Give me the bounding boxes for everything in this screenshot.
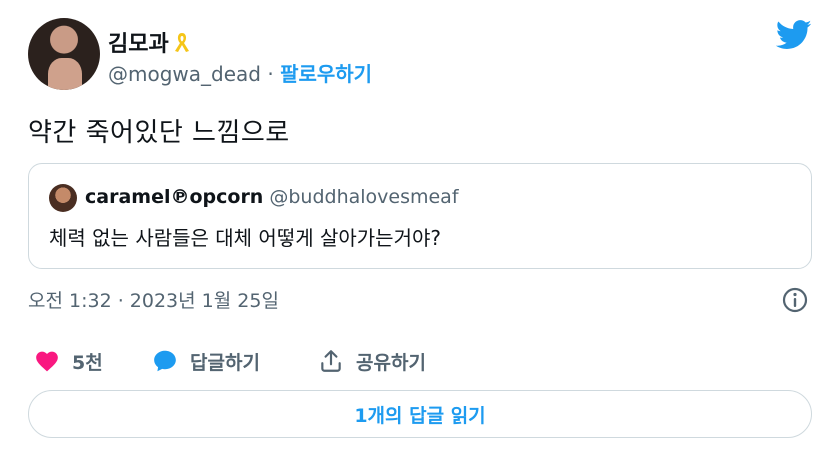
handle-row: @mogwa_dead · 팔로우하기 — [108, 58, 372, 87]
author-handle[interactable]: @mogwa_dead — [108, 62, 261, 86]
reply-button[interactable]: 답글하기 — [152, 344, 260, 378]
action-bar: 5천 답글하기 공유하기 — [28, 344, 812, 378]
handle-separator: · — [267, 62, 274, 86]
like-button[interactable]: 5천 — [34, 344, 103, 378]
tweet-text: 약간 죽어있단 느낌으로 — [28, 118, 290, 148]
like-count: 5천 — [72, 351, 103, 374]
reply-bubble-icon — [154, 350, 176, 372]
share-label: 공유하기 — [356, 351, 426, 374]
info-icon[interactable] — [781, 286, 809, 314]
reply-label: 답글하기 — [190, 351, 260, 374]
tweet-timestamp[interactable]: 오전 1:32 · 2023년 1월 25일 — [28, 286, 279, 313]
read-replies-button[interactable]: 1개의 답글 읽기 — [28, 390, 812, 438]
author-name[interactable]: 김모과 — [108, 26, 169, 58]
yellow-ribbon-icon — [174, 33, 189, 52]
quote-author-row: caramel℗opcorn @buddhalovesmeaf — [85, 186, 459, 208]
author-name-row[interactable]: 김모과 — [108, 26, 191, 58]
tweet-header: 김모과 @mogwa_dead · 팔로우하기 — [28, 14, 812, 94]
follow-link[interactable]: 팔로우하기 — [280, 62, 372, 86]
tweet-card: 김모과 @mogwa_dead · 팔로우하기 약간 죽어있단 느낌으로 car… — [0, 0, 840, 471]
share-button[interactable]: 공유하기 — [318, 344, 426, 378]
author-avatar[interactable] — [28, 18, 100, 90]
heart-icon — [36, 351, 58, 372]
quoted-tweet[interactable]: caramel℗opcorn @buddhalovesmeaf 체력 없는 사람들… — [28, 163, 812, 269]
share-icon — [321, 350, 341, 372]
twitter-bird-icon[interactable] — [776, 20, 812, 50]
quote-author-handle: @buddhalovesmeaf — [269, 186, 459, 208]
quote-author-name: caramel℗opcorn — [85, 186, 264, 208]
quote-author-avatar — [49, 184, 77, 212]
quote-text: 체력 없는 사람들은 대체 어떻게 살아가는거야? — [49, 226, 442, 250]
